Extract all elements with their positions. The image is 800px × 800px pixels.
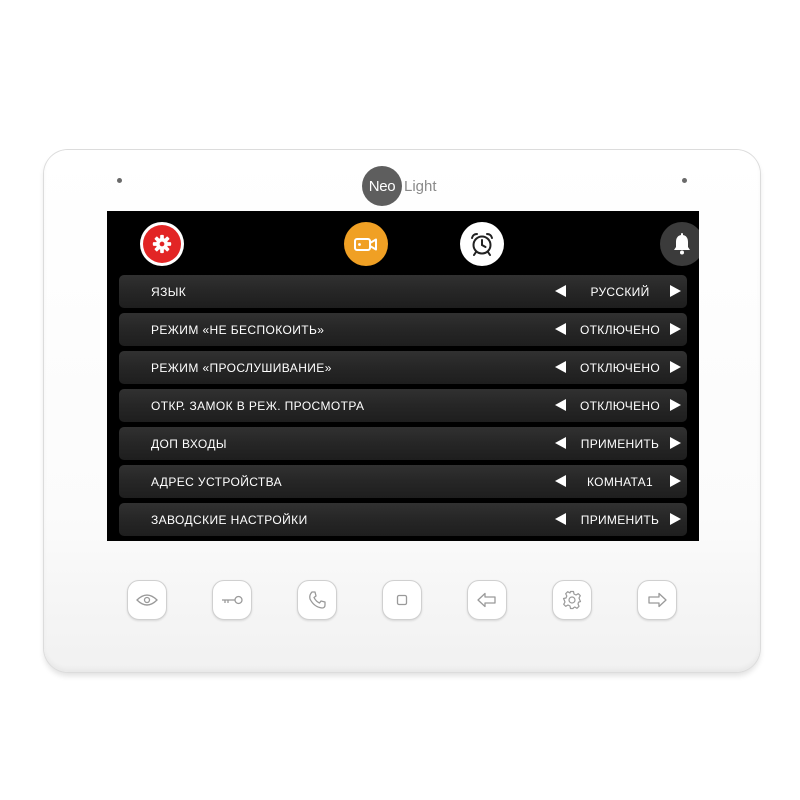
arrow-left-icon	[477, 592, 496, 608]
arrow-left-icon[interactable]	[555, 475, 566, 487]
tab-bar	[107, 211, 699, 271]
arrow-right-icon[interactable]	[670, 513, 681, 525]
menu-row-label: РЕЖИМ «ПРОСЛУШИВАНИЕ»	[151, 360, 332, 375]
menu-row-label: ЗАВОДСКИЕ НАСТРОЙКИ	[151, 512, 308, 527]
phone-icon	[309, 591, 326, 609]
tab-bell[interactable]	[660, 222, 699, 266]
menu-row-extra-inputs[interactable]: ДОП ВХОДЫ ПРИМЕНИТЬ	[119, 427, 687, 460]
hardware-button-bar	[44, 580, 760, 626]
right-button[interactable]	[637, 580, 677, 620]
menu-row-label: ДОП ВХОДЫ	[151, 436, 227, 451]
alarm-clock-icon	[471, 233, 493, 256]
menu-row-value: ПРИМЕНИТЬ	[580, 436, 660, 451]
settings-button[interactable]	[552, 580, 592, 620]
call-button[interactable]	[297, 580, 337, 620]
arrow-right-icon[interactable]	[670, 399, 681, 411]
monitor-button[interactable]	[127, 580, 167, 620]
arrow-right-icon[interactable]	[670, 323, 681, 335]
arrow-left-icon[interactable]	[555, 437, 566, 449]
arrow-left-icon[interactable]	[555, 513, 566, 525]
menu-row-language[interactable]: ЯЗЫК РУССКИЙ	[119, 275, 687, 308]
arrow-right-icon[interactable]	[670, 361, 681, 373]
arrow-right-icon	[648, 592, 667, 608]
arrow-right-icon[interactable]	[670, 475, 681, 487]
video-camera-icon	[354, 238, 377, 251]
arrow-left-icon[interactable]	[555, 285, 566, 297]
tab-alarm[interactable]	[460, 222, 504, 266]
arrow-right-icon[interactable]	[670, 285, 681, 297]
unlock-button[interactable]	[212, 580, 252, 620]
light-sensor-right	[682, 178, 687, 183]
menu-row-value: ОТКЛЮЧЕНО	[580, 322, 660, 337]
brand-logo: Neo Light	[362, 166, 437, 206]
arrow-right-icon[interactable]	[670, 437, 681, 449]
arrow-left-icon[interactable]	[555, 323, 566, 335]
menu-row-value: КОМНАТА1	[587, 474, 653, 489]
menu-row-device-address[interactable]: АДРЕС УСТРОЙСТВА КОМНАТА1	[119, 465, 687, 498]
key-icon	[222, 595, 243, 605]
menu-button[interactable]	[382, 580, 422, 620]
menu-row-value: ОТКЛЮЧЕНО	[580, 398, 660, 413]
square-icon	[396, 594, 408, 606]
menu-row-label: АДРЕС УСТРОЙСТВА	[151, 474, 283, 489]
menu-row-value: ПРИМЕНИТЬ	[580, 512, 660, 527]
logo-mark: Neo	[362, 166, 402, 206]
menu-row-label: ОТКР. ЗАМОК В РЕЖ. ПРОСМОТРА	[151, 398, 365, 413]
eye-icon	[136, 594, 158, 606]
menu-row-value: РУССКИЙ	[590, 284, 650, 299]
gear-icon	[152, 234, 172, 254]
settings-menu: ЯЗЫК РУССКИЙ РЕЖИМ «НЕ БЕСПОКОИТЬ» ОТКЛЮ…	[119, 275, 687, 541]
light-sensor-left	[117, 178, 122, 183]
menu-row-factory-reset[interactable]: ЗАВОДСКИЕ НАСТРОЙКИ ПРИМЕНИТЬ	[119, 503, 687, 536]
menu-row-label: РЕЖИМ «НЕ БЕСПОКОИТЬ»	[151, 322, 325, 337]
bell-icon	[674, 233, 690, 255]
arrow-left-icon[interactable]	[555, 399, 566, 411]
menu-row-listening-mode[interactable]: РЕЖИМ «ПРОСЛУШИВАНИЕ» ОТКЛЮЧЕНО	[119, 351, 687, 384]
arrow-left-icon[interactable]	[555, 361, 566, 373]
left-button[interactable]	[467, 580, 507, 620]
menu-row-value: ОТКЛЮЧЕНО	[580, 360, 660, 375]
menu-row-do-not-disturb[interactable]: РЕЖИМ «НЕ БЕСПОКОИТЬ» ОТКЛЮЧЕНО	[119, 313, 687, 346]
gear-icon	[562, 590, 582, 610]
display-screen: ЯЗЫК РУССКИЙ РЕЖИМ «НЕ БЕСПОКОИТЬ» ОТКЛЮ…	[107, 211, 699, 541]
intercom-monitor: Neo Light ЯЗЫК РУССКИЙ РЕЖИМ «НЕ БЕСПОКО…	[44, 150, 760, 672]
menu-row-label: ЯЗЫК	[151, 284, 187, 299]
tab-settings[interactable]	[140, 222, 184, 266]
logo-text: Light	[404, 177, 437, 195]
tab-video[interactable]	[344, 222, 388, 266]
menu-row-unlock-in-view-mode[interactable]: ОТКР. ЗАМОК В РЕЖ. ПРОСМОТРА ОТКЛЮЧЕНО	[119, 389, 687, 422]
